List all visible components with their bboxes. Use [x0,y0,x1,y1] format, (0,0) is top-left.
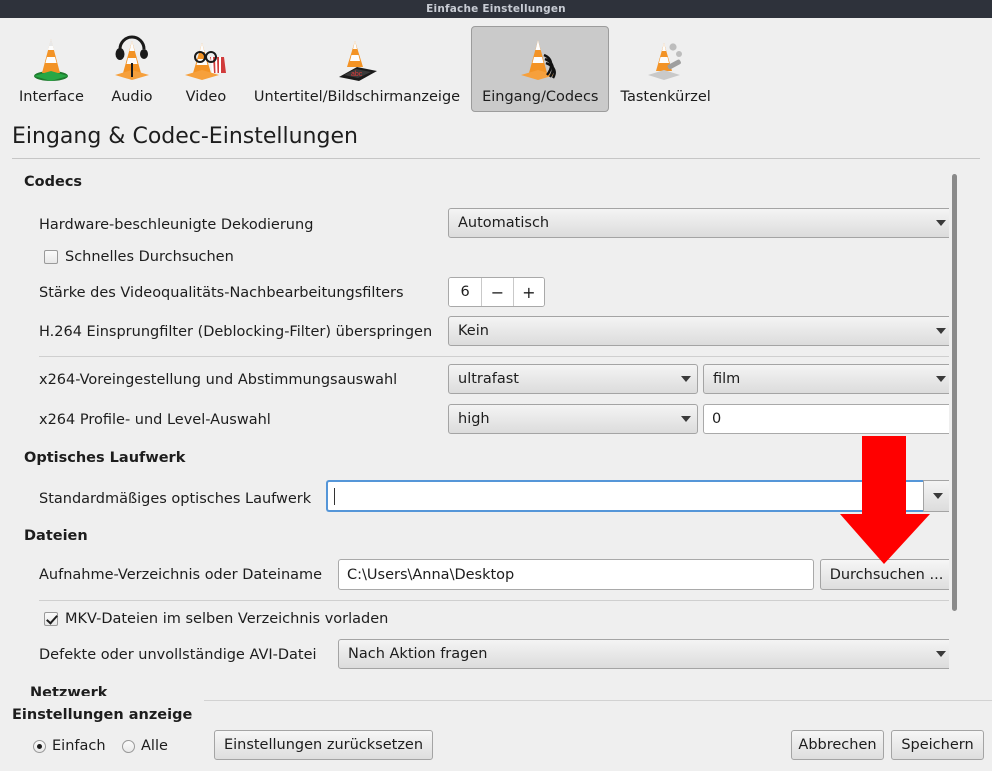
group-title-files: Dateien [24,528,88,544]
combo-default-optical-drive-field[interactable] [326,480,923,512]
group-title-codecs: Codecs [24,174,82,190]
label-default-optical-drive: Standardmäßiges optisches Laufwerk [39,491,311,507]
window-titlebar: Einfache Einstellungen [0,0,992,18]
bottom-divider [204,700,992,701]
label-x264-preset: x264-Voreingestellung und Abstimmungsaus… [39,372,397,388]
cancel-button[interactable]: Abbrechen [791,730,884,760]
checkbox-fast-seek[interactable]: Schnelles Durchsuchen [44,249,234,265]
tab-hotkeys-label: Tastenkürzel [620,89,710,105]
label-record-directory: Aufnahme-Verzeichnis oder Dateiname [39,567,322,583]
heading-divider [12,158,980,159]
save-button[interactable]: Speichern [891,730,984,760]
text-cursor [334,488,335,505]
radio-all[interactable]: Alle [122,738,168,754]
spinner-postprocessing-value: 6 [449,278,481,306]
tab-interface[interactable]: Interface [8,26,95,112]
tab-subtitles-osd[interactable]: abc Untertitel/Bildschirmanzeige [243,26,471,112]
combo-x264-profile[interactable]: high [448,404,698,434]
browse-button[interactable]: Durchsuchen ... [820,559,953,590]
combo-h264-deblocking[interactable]: Kein [448,316,953,346]
dialog-bottom-bar: Einstellungen anzeige Einfach Alle Einst… [0,700,992,771]
settings-scroll-area[interactable]: Codecs Hardware-beschleunigte Dekodierun… [12,164,980,696]
input-record-directory-value: C:\Users\Anna\Desktop [347,567,514,583]
combo-damaged-avi-value: Nach Aktion fragen [348,646,930,662]
checkbox-mkv-preload-label: MKV-Dateien im selben Verzeichnis vorlad… [65,611,388,627]
tab-audio-label: Audio [111,89,152,105]
spinner-postprocessing[interactable]: 6 − + [448,277,545,307]
chevron-down-icon [681,416,691,422]
settings-content: Codecs Hardware-beschleunigte Dekodierun… [12,164,960,696]
vlc-cone-audio-icon [106,33,158,85]
show-settings-label: Einstellungen anzeige [12,707,192,723]
chevron-down-icon [936,651,946,657]
combo-x264-profile-value: high [458,411,675,427]
label-h264-deblocking: H.264 Einsprungfilter (Deblocking-Filter… [39,324,432,340]
combo-default-optical-drive[interactable] [326,480,953,512]
page-title: Eingang & Codec-Einstellungen [12,124,358,149]
group-title-optical-drive: Optisches Laufwerk [24,450,185,466]
label-x264-profile: x264 Profile- und Level-Auswahl [39,412,271,428]
tab-video[interactable]: Video [169,26,243,112]
tab-hotkeys[interactable]: Tastenkürzel [609,26,721,112]
spinner-decrement-button[interactable]: − [481,278,512,306]
vlc-cone-hotkeys-icon [640,33,692,85]
combo-x264-preset[interactable]: ultrafast [448,364,698,394]
chevron-down-icon [681,376,691,382]
window-title: Einfache Einstellungen [426,3,566,15]
tab-input-codecs-label: Eingang/Codecs [482,89,598,105]
vlc-cone-video-icon [180,33,232,85]
radio-all-label: Alle [141,738,168,754]
svg-text:abc: abc [351,71,363,78]
combo-h264-deblocking-value: Kein [458,323,930,339]
divider-codecs-x264 [39,356,953,357]
label-damaged-avi: Defekte oder unvollständige AVI-Datei [39,647,317,663]
radio-all-dot [122,740,135,753]
combo-x264-preset-value: ultrafast [458,371,675,387]
divider-files [39,600,953,601]
combo-x264-tune-value: film [713,371,930,387]
chevron-down-icon [936,220,946,226]
tab-subtitles-osd-label: Untertitel/Bildschirmanzeige [254,89,460,105]
vlc-cone-subtitles-icon: abc [331,33,383,85]
radio-simple-dot [33,740,46,753]
tab-audio[interactable]: Audio [95,26,169,112]
radio-simple[interactable]: Einfach [33,738,106,754]
combo-damaged-avi[interactable]: Nach Aktion fragen [338,639,953,669]
chevron-down-icon [936,328,946,334]
reset-settings-button[interactable]: Einstellungen zurücksetzen [214,730,433,760]
spinner-increment-button[interactable]: + [513,278,544,306]
checkbox-fast-seek-box [44,250,58,264]
input-x264-level-value: 0 [712,411,721,427]
tab-video-label: Video [186,89,227,105]
label-postprocessing: Stärke des Videoqualitäts-Nachbearbeitun… [39,285,404,301]
scrollbar-thumb[interactable] [952,174,957,611]
settings-window: Einfache Einstellungen Interface [0,0,992,771]
group-title-network: Netzwerk [30,685,107,696]
input-x264-level[interactable]: 0 [703,404,953,434]
vlc-cone-interface-icon [25,33,77,85]
tab-input-codecs[interactable]: Eingang/Codecs [471,26,609,112]
input-record-directory[interactable]: C:\Users\Anna\Desktop [338,559,814,590]
radio-simple-label: Einfach [52,738,106,754]
tab-interface-label: Interface [19,89,84,105]
label-hardware-decoding: Hardware-beschleunigte Dekodierung [39,217,313,233]
combo-x264-tune[interactable]: film [703,364,953,394]
chevron-down-icon [933,493,943,499]
checkbox-mkv-preload[interactable]: MKV-Dateien im selben Verzeichnis vorlad… [44,611,388,627]
checkbox-fast-seek-label: Schnelles Durchsuchen [65,249,234,265]
checkbox-mkv-preload-box [44,612,58,626]
chevron-down-icon [936,376,946,382]
vlc-cone-input-codecs-icon [514,33,566,85]
vertical-scrollbar[interactable] [949,168,960,692]
settings-toolbar: Interface Audio [0,18,992,122]
combo-hardware-decoding-value: Automatisch [458,215,930,231]
combo-hardware-decoding[interactable]: Automatisch [448,208,953,238]
